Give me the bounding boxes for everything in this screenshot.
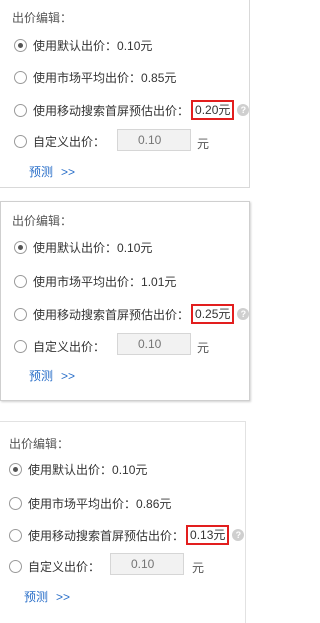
panel-title: 出价编辑： [12, 214, 73, 228]
option-mobile-first-screen-bid[interactable]: 使用移动搜索首屏预估出价： 0.20元 ? [14, 100, 250, 120]
option-label: 自定义出价： [33, 134, 106, 149]
custom-bid-input[interactable] [110, 553, 184, 575]
radio-custom-bid[interactable] [14, 134, 27, 148]
radio-mobile-first-screen-bid[interactable] [14, 103, 27, 117]
option-label: 使用市场平均出价： [28, 496, 137, 511]
option-label: 使用市场平均出价： [33, 274, 142, 289]
radio-mobile-first-screen-bid[interactable] [9, 528, 22, 542]
bid-edit-panel-2: 出价编辑： 使用默认出价： 0.10元 使用市场平均出价： 1.01元 使用移动… [0, 201, 250, 401]
highlighted-estimate-value: 0.13元 [186, 525, 230, 545]
highlighted-estimate-value: 0.20元 [191, 100, 235, 120]
preview-label: 预测 [24, 590, 49, 604]
radio-default-bid[interactable] [14, 240, 27, 254]
custom-bid-input[interactable] [117, 129, 191, 151]
option-label: 使用市场平均出价： [33, 70, 142, 85]
double-chevron-right-icon: >> [56, 590, 71, 604]
option-default-bid[interactable]: 使用默认出价： 0.10元 [9, 460, 147, 478]
radio-custom-bid[interactable] [9, 559, 22, 573]
option-custom-bid[interactable]: 自定义出价： [9, 557, 100, 575]
panel-title: 出价编辑： [9, 437, 70, 451]
preview-link[interactable]: 预测 >> [29, 367, 75, 384]
option-market-average-bid[interactable]: 使用市场平均出价： 0.85元 [14, 68, 176, 86]
option-label: 使用移动搜索首屏预估出价： [28, 528, 185, 543]
radio-market-average-bid[interactable] [14, 274, 27, 288]
option-label: 使用默认出价： [33, 38, 118, 53]
preview-label: 预测 [29, 369, 54, 383]
radio-default-bid[interactable] [14, 38, 27, 52]
highlighted-estimate-value: 0.25元 [191, 304, 235, 324]
double-chevron-right-icon: >> [61, 369, 76, 383]
option-label: 自定义出价： [33, 339, 106, 354]
help-icon[interactable]: ? [237, 104, 250, 116]
option-custom-bid[interactable]: 自定义出价： [14, 132, 105, 150]
option-market-average-bid[interactable]: 使用市场平均出价： 0.86元 [9, 494, 171, 512]
help-icon[interactable]: ? [237, 308, 250, 320]
preview-link[interactable]: 预测 >> [29, 163, 75, 180]
radio-custom-bid[interactable] [14, 339, 27, 353]
custom-bid-input[interactable] [117, 333, 191, 355]
option-label: 使用移动搜索首屏预估出价： [33, 307, 190, 322]
double-chevron-right-icon: >> [61, 165, 76, 179]
option-market-average-bid[interactable]: 使用市场平均出价： 1.01元 [14, 272, 176, 290]
option-value: 1.01元 [141, 274, 177, 289]
radio-market-average-bid[interactable] [9, 496, 22, 510]
option-label: 自定义出价： [28, 559, 101, 574]
option-custom-bid[interactable]: 自定义出价： [14, 337, 105, 355]
option-value: 0.10元 [112, 462, 148, 477]
bid-edit-panel-3: 出价编辑： 使用默认出价： 0.10元 使用市场平均出价： 0.86元 使用移动… [0, 421, 246, 623]
preview-link[interactable]: 预测 >> [24, 588, 70, 605]
bid-edit-panel-1: 出价编辑： 使用默认出价： 0.10元 使用市场平均出价： 0.85元 使用移动… [0, 0, 250, 188]
option-label: 使用移动搜索首屏预估出价： [33, 103, 190, 118]
help-icon[interactable]: ? [232, 529, 245, 541]
radio-market-average-bid[interactable] [14, 70, 27, 84]
option-mobile-first-screen-bid[interactable]: 使用移动搜索首屏预估出价： 0.25元 ? [14, 304, 250, 324]
option-label: 使用默认出价： [33, 240, 118, 255]
option-value: 0.86元 [136, 496, 172, 511]
radio-mobile-first-screen-bid[interactable] [14, 307, 27, 321]
option-label: 使用默认出价： [28, 462, 113, 477]
option-default-bid[interactable]: 使用默认出价： 0.10元 [14, 238, 152, 256]
unit-label: 元 [197, 137, 210, 151]
unit-label: 元 [192, 561, 205, 575]
option-value: 0.10元 [117, 240, 153, 255]
option-default-bid[interactable]: 使用默认出价： 0.10元 [14, 36, 152, 54]
radio-default-bid[interactable] [9, 462, 22, 476]
panel-title: 出价编辑： [12, 11, 73, 25]
option-value: 0.85元 [141, 70, 177, 85]
preview-label: 预测 [29, 165, 54, 179]
unit-label: 元 [197, 341, 210, 355]
option-value: 0.10元 [117, 38, 153, 53]
option-mobile-first-screen-bid[interactable]: 使用移动搜索首屏预估出价： 0.13元 ? [9, 525, 245, 545]
